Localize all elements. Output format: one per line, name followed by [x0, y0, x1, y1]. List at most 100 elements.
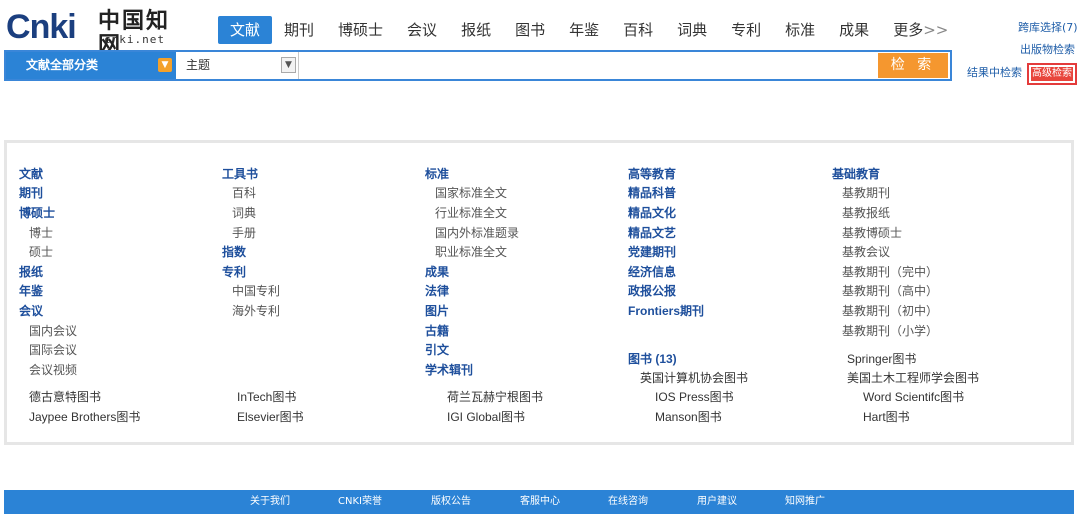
book-link-bcs[interactable]: 英国计算机协会图书	[640, 370, 748, 386]
tab-newspapers[interactable]: 报纸	[449, 16, 503, 44]
logo-wordmark: Cnki	[6, 8, 77, 46]
tab-standards[interactable]: 标准	[773, 16, 827, 44]
category-basic-journals-complete[interactable]: 基教期刊（完中）	[832, 264, 938, 280]
category-reference-books[interactable]: 工具书	[222, 166, 258, 182]
tab-dictionary[interactable]: 词典	[665, 16, 719, 44]
advanced-search-label: 高级检索	[1031, 67, 1073, 81]
category-international-conferences[interactable]: 国际会议	[19, 342, 77, 358]
footer-bar: 关于我们 CNKI荣誉 版权公告 客服中心 在线咨询 用户建议 知网推广	[4, 490, 1074, 514]
book-link-ios-press[interactable]: IOS Press图书	[655, 389, 734, 405]
advanced-search-button[interactable]: 高级检索	[1027, 63, 1077, 85]
chevron-down-icon: ▼	[158, 58, 172, 72]
tab-literature[interactable]: 文献	[218, 16, 273, 44]
category-government-gazettes[interactable]: 政报公报	[628, 283, 676, 299]
logo-url: cnki.net	[104, 33, 165, 46]
tab-books[interactable]: 图书	[503, 16, 557, 44]
category-yearbooks[interactable]: 年鉴	[19, 283, 43, 299]
category-basic-journals-primary[interactable]: 基教期刊（小学）	[832, 323, 938, 339]
category-party-journals[interactable]: 党建期刊	[628, 244, 676, 260]
search-bar: 文献全部分类 ▼ 主题 ▼ 检 索	[4, 50, 952, 81]
book-link-world-scientific[interactable]: Word Scientifc图书	[863, 389, 964, 405]
category-law[interactable]: 法律	[425, 283, 449, 299]
category-ancient-books[interactable]: 古籍	[425, 323, 449, 339]
category-basic-theses[interactable]: 基教博硕士	[832, 225, 902, 241]
category-encyclopedia[interactable]: 百科	[222, 185, 256, 201]
category-images[interactable]: 图片	[425, 303, 449, 319]
category-economic-info[interactable]: 经济信息	[628, 264, 676, 280]
footer-copyright[interactable]: 版权公告	[431, 490, 471, 514]
category-dropdown-label: 文献全部分类	[26, 58, 99, 72]
tab-encyclopedia[interactable]: 百科	[611, 16, 665, 44]
search-field-value: 主题	[186, 58, 211, 72]
footer-service-center[interactable]: 客服中心	[520, 490, 560, 514]
search-field-select[interactable]: 主题 ▼	[182, 52, 299, 79]
category-popular-science[interactable]: 精品科普	[628, 185, 676, 201]
tab-yearbooks[interactable]: 年鉴	[557, 16, 611, 44]
category-conference-videos[interactable]: 会议视频	[19, 362, 77, 378]
search-button[interactable]: 检 索	[878, 53, 948, 78]
category-doctoral[interactable]: 博士	[19, 225, 53, 241]
book-link-jaypee[interactable]: Jaypee Brothers图书	[29, 409, 140, 425]
category-basic-journals-junior[interactable]: 基教期刊（初中）	[832, 303, 938, 319]
category-literature[interactable]: 文献	[19, 166, 43, 182]
category-basic-journals[interactable]: 基教期刊	[832, 185, 890, 201]
category-index[interactable]: 指数	[222, 244, 246, 260]
category-patents[interactable]: 专利	[222, 264, 246, 280]
category-handbooks[interactable]: 手册	[222, 225, 256, 241]
category-citations[interactable]: 引文	[425, 342, 449, 358]
category-newspapers[interactable]: 报纸	[19, 264, 43, 280]
category-theses[interactable]: 博硕士	[19, 205, 55, 221]
category-dropdown[interactable]: 文献全部分类 ▼	[6, 52, 176, 79]
books-header[interactable]: 图书 (13)	[628, 351, 677, 367]
category-higher-education[interactable]: 高等教育	[628, 166, 676, 182]
category-basic-journals-senior[interactable]: 基教期刊（高中）	[832, 283, 938, 299]
tab-theses[interactable]: 博硕士	[326, 16, 395, 44]
category-dictionary[interactable]: 词典	[222, 205, 256, 221]
tab-conferences[interactable]: 会议	[395, 16, 449, 44]
tab-journals[interactable]: 期刊	[272, 16, 326, 44]
category-panel: 文献 期刊 博硕士 博士 硕士 报纸 年鉴 会议 国内会议 国际会议 会议视频 …	[4, 140, 1074, 445]
category-national-standards[interactable]: 国家标准全文	[425, 185, 507, 201]
book-link-hart[interactable]: Hart图书	[863, 409, 910, 425]
footer-online-consult[interactable]: 在线咨询	[608, 490, 648, 514]
cnki-logo[interactable]: Cnki 中国知网 cnki.net	[6, 6, 186, 57]
search-input[interactable]	[302, 54, 872, 77]
select-arrow-icon: ▼	[281, 57, 296, 73]
tab-patents[interactable]: 专利	[719, 16, 773, 44]
category-basic-newspapers[interactable]: 基教报纸	[832, 205, 890, 221]
category-achievements[interactable]: 成果	[425, 264, 449, 280]
book-link-degruyter[interactable]: 德古意特图书	[29, 389, 101, 405]
category-arts[interactable]: 精品文艺	[628, 225, 676, 241]
book-link-asce[interactable]: 美国土木工程师学会图书	[847, 370, 979, 386]
category-standard-catalog[interactable]: 国内外标准题录	[425, 225, 519, 241]
book-link-wageningen[interactable]: 荷兰瓦赫宁根图书	[447, 389, 543, 405]
book-link-springer[interactable]: Springer图书	[847, 351, 916, 367]
category-vocational-standards[interactable]: 职业标准全文	[425, 244, 507, 260]
category-foreign-patents[interactable]: 海外专利	[222, 303, 280, 319]
category-academic-collections[interactable]: 学术辑刊	[425, 362, 473, 378]
category-standards[interactable]: 标准	[425, 166, 449, 182]
category-conferences[interactable]: 会议	[19, 303, 43, 319]
category-chinese-patents[interactable]: 中国专利	[222, 283, 280, 299]
tab-achievements[interactable]: 成果	[827, 16, 881, 44]
category-domestic-conferences[interactable]: 国内会议	[19, 323, 77, 339]
publication-search-link[interactable]: 出版物检索	[1020, 43, 1075, 57]
footer-about-us[interactable]: 关于我们	[250, 490, 290, 514]
category-basic-education[interactable]: 基础教育	[832, 166, 880, 182]
category-culture[interactable]: 精品文化	[628, 205, 676, 221]
category-industry-standards[interactable]: 行业标准全文	[425, 205, 507, 221]
category-frontiers-journals[interactable]: Frontiers期刊	[628, 303, 704, 319]
book-link-manson[interactable]: Manson图书	[655, 409, 722, 425]
search-in-results-link[interactable]: 结果中检索	[967, 66, 1022, 80]
book-link-intech[interactable]: InTech图书	[237, 389, 296, 405]
tab-more[interactable]: 更多>>	[881, 16, 960, 44]
book-link-igi-global[interactable]: IGI Global图书	[447, 409, 525, 425]
footer-cnki-promotion[interactable]: 知网推广	[785, 490, 825, 514]
category-journals[interactable]: 期刊	[19, 185, 43, 201]
category-basic-conferences[interactable]: 基教会议	[832, 244, 890, 260]
footer-cnki-honors[interactable]: CNKI荣誉	[338, 490, 382, 514]
footer-user-feedback[interactable]: 用户建议	[697, 490, 737, 514]
cross-database-select-link[interactable]: 跨库选择(7)	[1018, 21, 1078, 35]
book-link-elsevier[interactable]: Elsevier图书	[237, 409, 304, 425]
category-masters[interactable]: 硕士	[19, 244, 53, 260]
